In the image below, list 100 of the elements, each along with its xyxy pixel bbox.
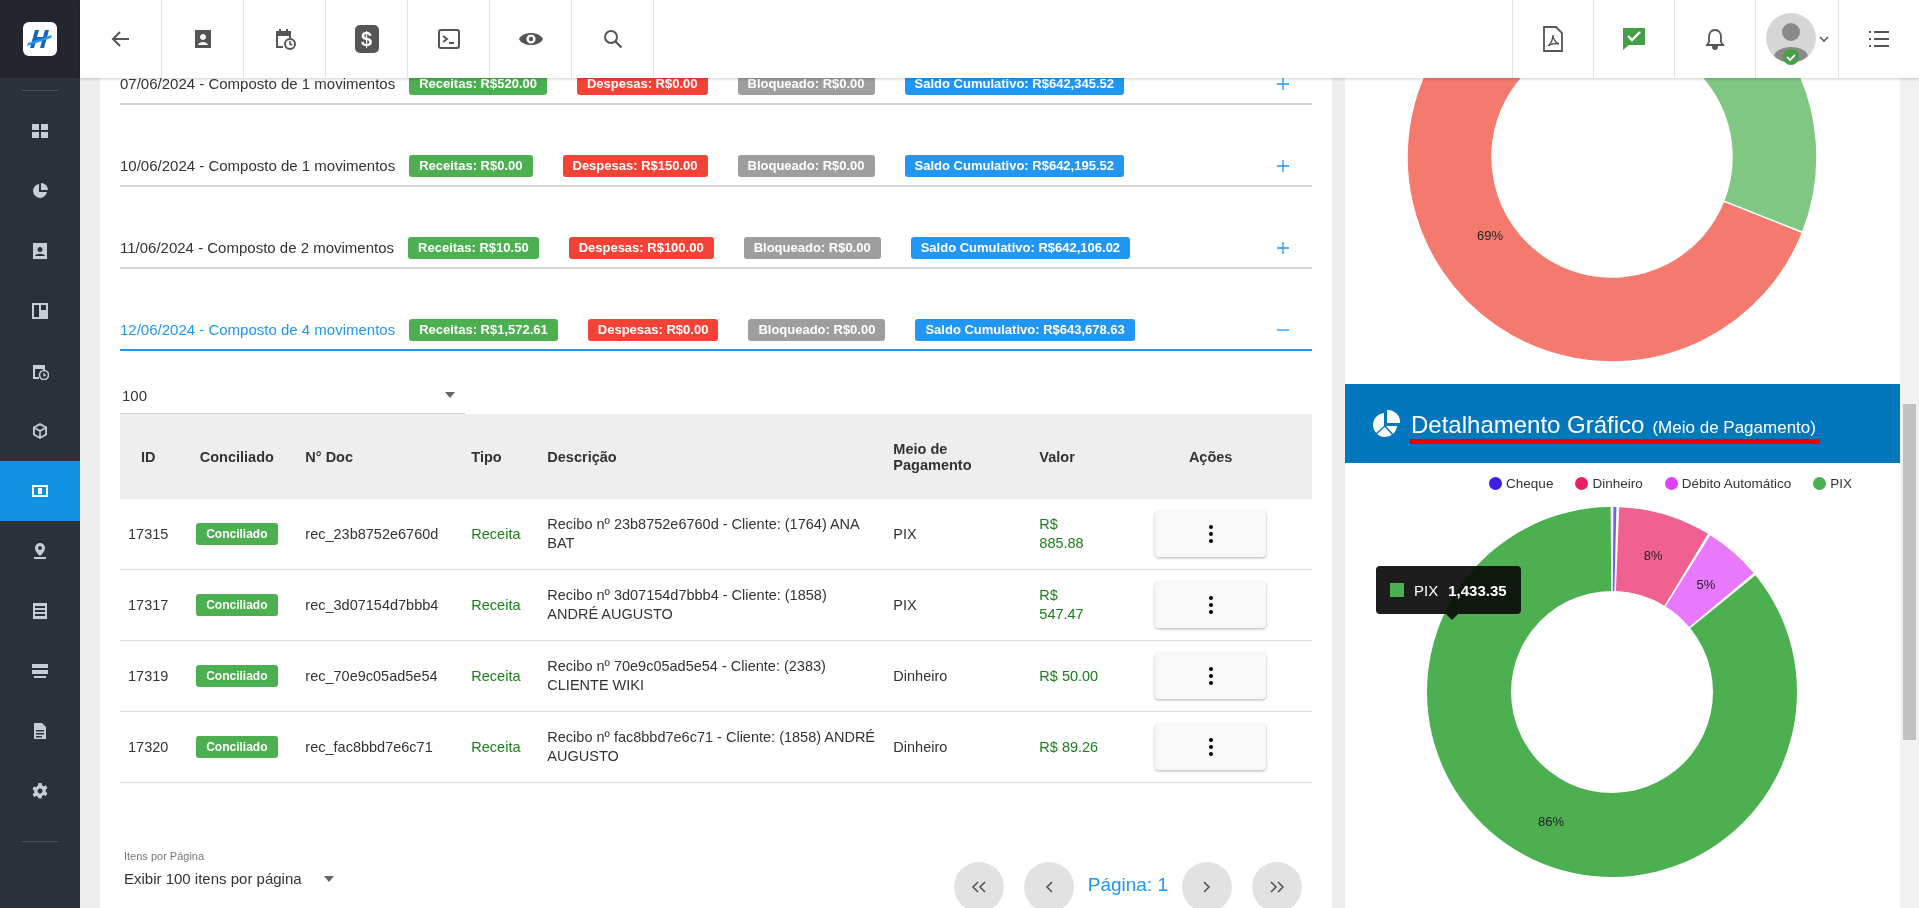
table-cell: 17320 <box>120 711 177 783</box>
double-chevron-left-icon <box>970 881 987 893</box>
caret-icon <box>1819 36 1829 42</box>
plus-icon[interactable] <box>1276 241 1290 255</box>
table-cell: PIX <box>885 569 1032 641</box>
day-group-title: 11/06/2024 - Composto de 2 movimentos <box>120 238 395 258</box>
table-cell: rec_fac8bbd7e6c71 <box>297 711 464 783</box>
gear-icon <box>31 782 49 800</box>
bell-icon <box>1704 27 1726 51</box>
table-cell: Recibo nº 23b8752e6760d - Cliente: (1764) ANA BAT <box>539 499 886 570</box>
column-header: Valor <box>1031 414 1110 499</box>
more-vertical-icon <box>1208 525 1213 543</box>
column-header: Conciliado <box>176 414 298 499</box>
table-cell: Recibo nº 70e9c05ad5e54 - Cliente: (2383) CLIENTE WIKI <box>539 640 886 712</box>
tooltip-swatch <box>1390 583 1404 597</box>
chevron-left-icon <box>1044 881 1053 893</box>
plus-icon[interactable] <box>1276 78 1290 91</box>
day-group-row[interactable]: 07/06/2024 - Composto de 1 movimentos Receitas: R$520.00 Despesas: R$0.00 Bloqueado: R$0.00 Saldo Cumulativo: R$642,345.52 <box>120 78 1312 105</box>
table-cell: rec_23b8752e6760d <box>297 499 464 570</box>
server-icon <box>31 662 49 680</box>
amount-tag: Saldo Cumulativo: R$643,678.63 <box>915 319 1135 341</box>
column-header: N° Doc <box>297 414 464 499</box>
chat-check-icon <box>1621 26 1647 52</box>
amount-tag: Despesas: R$0.00 <box>587 319 719 341</box>
board-icon <box>31 302 49 320</box>
items-per-page-label: Itens por Página <box>124 850 206 862</box>
amount-tag: Despesas: R$0.00 <box>576 78 708 95</box>
amount-tag: Bloqueado: R$0.00 <box>737 155 875 177</box>
more-vertical-icon <box>1208 738 1213 756</box>
day-group-title: 07/06/2024 - Composto de 1 movimentos <box>120 78 396 94</box>
table-cell: R$ 547.47 <box>1031 569 1110 641</box>
table-cell: Receita <box>463 640 540 712</box>
tooltip-value: 1,433.35 <box>1448 581 1507 599</box>
plus-icon[interactable] <box>1276 159 1290 173</box>
double-chevron-right-icon <box>1269 881 1285 893</box>
table-cell: Receita <box>463 499 540 570</box>
table-cell: Receita <box>463 569 540 641</box>
dollar-icon: $ <box>354 25 379 53</box>
grid-icon <box>31 122 49 140</box>
list-icon <box>31 602 49 620</box>
amount-tag: Receitas: R$0.00 <box>409 155 533 177</box>
amount-tag: Receitas: R$520.00 <box>409 78 547 95</box>
amount-tag: Saldo Cumulativo: R$642,106.02 <box>910 237 1131 259</box>
tooltip-label: PIX <box>1414 581 1439 599</box>
slice-percent-label: 5% <box>1696 577 1716 593</box>
eye-icon <box>517 30 544 48</box>
slice-percent-label: 69% <box>1477 228 1504 243</box>
amount-tag: Despesas: R$100.00 <box>568 237 714 259</box>
slice-percent-label: 86% <box>1538 814 1565 830</box>
legend-label[interactable]: Dinheiro <box>1592 476 1643 491</box>
pdf-file-icon <box>1542 26 1564 52</box>
amount-tag: Receitas: R$10.50 <box>408 237 539 259</box>
logo-icon[interactable] <box>0 0 80 78</box>
document-icon <box>31 722 49 740</box>
table-cell: rec_3d07154d7bbb4 <box>297 569 464 641</box>
column-header: ID <box>120 414 177 499</box>
status-badge: Conciliado <box>196 523 278 545</box>
table-cell: Recibo nº fac8bbd7e6c71 - Cliente: (1858) ANDRÉ AUGUSTO <box>539 711 886 783</box>
table-cell: R$ 89.26 <box>1031 711 1110 783</box>
table-cell: R$ 885.88 <box>1031 499 1110 570</box>
table-cell: Dinheiro <box>885 640 1032 712</box>
table-cell: Recibo nº 3d07154d7bbb4 - Cliente: (1858) ANDRÉ AUGUSTO <box>539 569 886 641</box>
calendar-icon <box>31 362 49 380</box>
day-group-row[interactable]: 10/06/2024 - Composto de 1 movimentos Receitas: R$0.00 Despesas: R$150.00 Bloqueado: R$0.00 Saldo Cumulativo: R$642,195.52 <box>120 105 1312 187</box>
day-group-row[interactable]: 11/06/2024 - Composto de 2 movimentos Receitas: R$10.50 Despesas: R$100.00 Bloqueado: R$0.00 Saldo Cumulativo: R$642,106.02 <box>120 187 1312 269</box>
amount-tag: Bloqueado: R$0.00 <box>748 319 886 341</box>
last-page-button[interactable] <box>1252 862 1302 908</box>
legend-label[interactable]: Débito Automático <box>1681 476 1792 491</box>
items-per-page-select[interactable]: Exibir 100 itens por página <box>124 870 334 887</box>
status-badge: Conciliado <box>196 594 278 616</box>
table-cell: rec_70e9c05ad5e54 <box>297 640 464 712</box>
column-header: Meio de Pagamento <box>885 414 1032 499</box>
more-vertical-icon <box>1208 596 1213 614</box>
first-page-button[interactable] <box>953 862 1004 908</box>
table-cell: 17317 <box>120 569 177 641</box>
table-cell: R$ 50.00 <box>1031 640 1110 712</box>
page-indicator: Página: 1 <box>1087 874 1168 896</box>
contact-icon <box>31 242 49 260</box>
day-group-row[interactable]: 12/06/2024 - Composto de 4 movimentos Receitas: R$1,572.61 Despesas: R$0.00 Bloqueado: R$0.00 Saldo Cumulativo: R$643,678.63 <box>120 269 1312 351</box>
menu-icon <box>1867 29 1891 49</box>
status-badge: Conciliado <box>196 665 278 687</box>
chevron-right-icon <box>1203 881 1211 893</box>
day-group-title: 12/06/2024 - Composto de 4 movimentos <box>120 320 396 340</box>
day-group-title: 10/06/2024 - Composto de 1 movimentos <box>120 156 396 176</box>
amount-tag: Saldo Cumulativo: R$642,195.52 <box>904 155 1124 177</box>
chart-title: Detalhamento Gráfico <box>1411 411 1645 439</box>
pie-icon <box>31 182 49 200</box>
table-cell: Receita <box>463 711 540 783</box>
search-icon <box>601 28 624 50</box>
amount-tag: Receitas: R$1,572.61 <box>409 319 558 341</box>
table-cell: 17315 <box>120 499 177 570</box>
amount-tag: Despesas: R$150.00 <box>562 155 708 177</box>
amount-tag: Bloqueado: R$0.00 <box>743 237 881 259</box>
amount-tag: Bloqueado: R$0.00 <box>737 78 875 95</box>
legend-label[interactable]: Cheque <box>1506 476 1554 491</box>
box-icon <box>31 422 49 440</box>
pie-chart-icon <box>1371 408 1401 439</box>
scrollbar-thumb[interactable] <box>1903 404 1916 740</box>
column-header: Descrição <box>539 414 886 499</box>
legend-label[interactable]: PIX <box>1830 476 1852 491</box>
